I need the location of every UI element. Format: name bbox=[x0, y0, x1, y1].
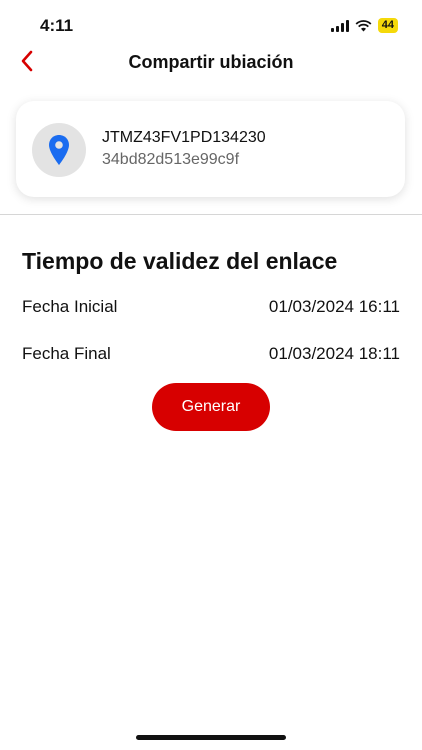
start-date-label: Fecha Inicial bbox=[22, 297, 118, 316]
status-time: 4:11 bbox=[40, 16, 74, 35]
end-date-value[interactable]: 01/03/2024 18:11 bbox=[269, 344, 400, 364]
section-title: Tiempo de validez del enlace bbox=[22, 248, 338, 274]
location-pin-icon bbox=[49, 135, 69, 165]
device-id: 34bd82d513e99c9f bbox=[102, 151, 240, 168]
status-icons: 44 bbox=[330, 18, 398, 33]
page-title: Compartir ubiación bbox=[128, 52, 294, 72]
location-avatar bbox=[32, 123, 86, 177]
end-date-label: Fecha Final bbox=[22, 344, 111, 363]
start-date-value[interactable]: 01/03/2024 16:11 bbox=[269, 297, 400, 317]
home-indicator bbox=[136, 735, 286, 740]
vehicle-vin: JTMZ43FV1PD134230 bbox=[102, 129, 266, 146]
nav-bar: Compartir ubiación bbox=[0, 40, 422, 84]
end-date-row[interactable]: Fecha Final 01/03/2024 18:11 bbox=[22, 344, 400, 364]
vehicle-card: JTMZ43FV1PD134230 34bd82d513e99c9f bbox=[16, 101, 405, 197]
battery-indicator: 44 bbox=[377, 18, 398, 33]
generate-button[interactable]: Generar bbox=[152, 383, 270, 431]
divider bbox=[0, 214, 422, 215]
start-date-row[interactable]: Fecha Inicial 01/03/2024 16:11 bbox=[22, 297, 400, 317]
wifi-icon bbox=[355, 19, 372, 31]
signal-icon bbox=[330, 19, 349, 32]
